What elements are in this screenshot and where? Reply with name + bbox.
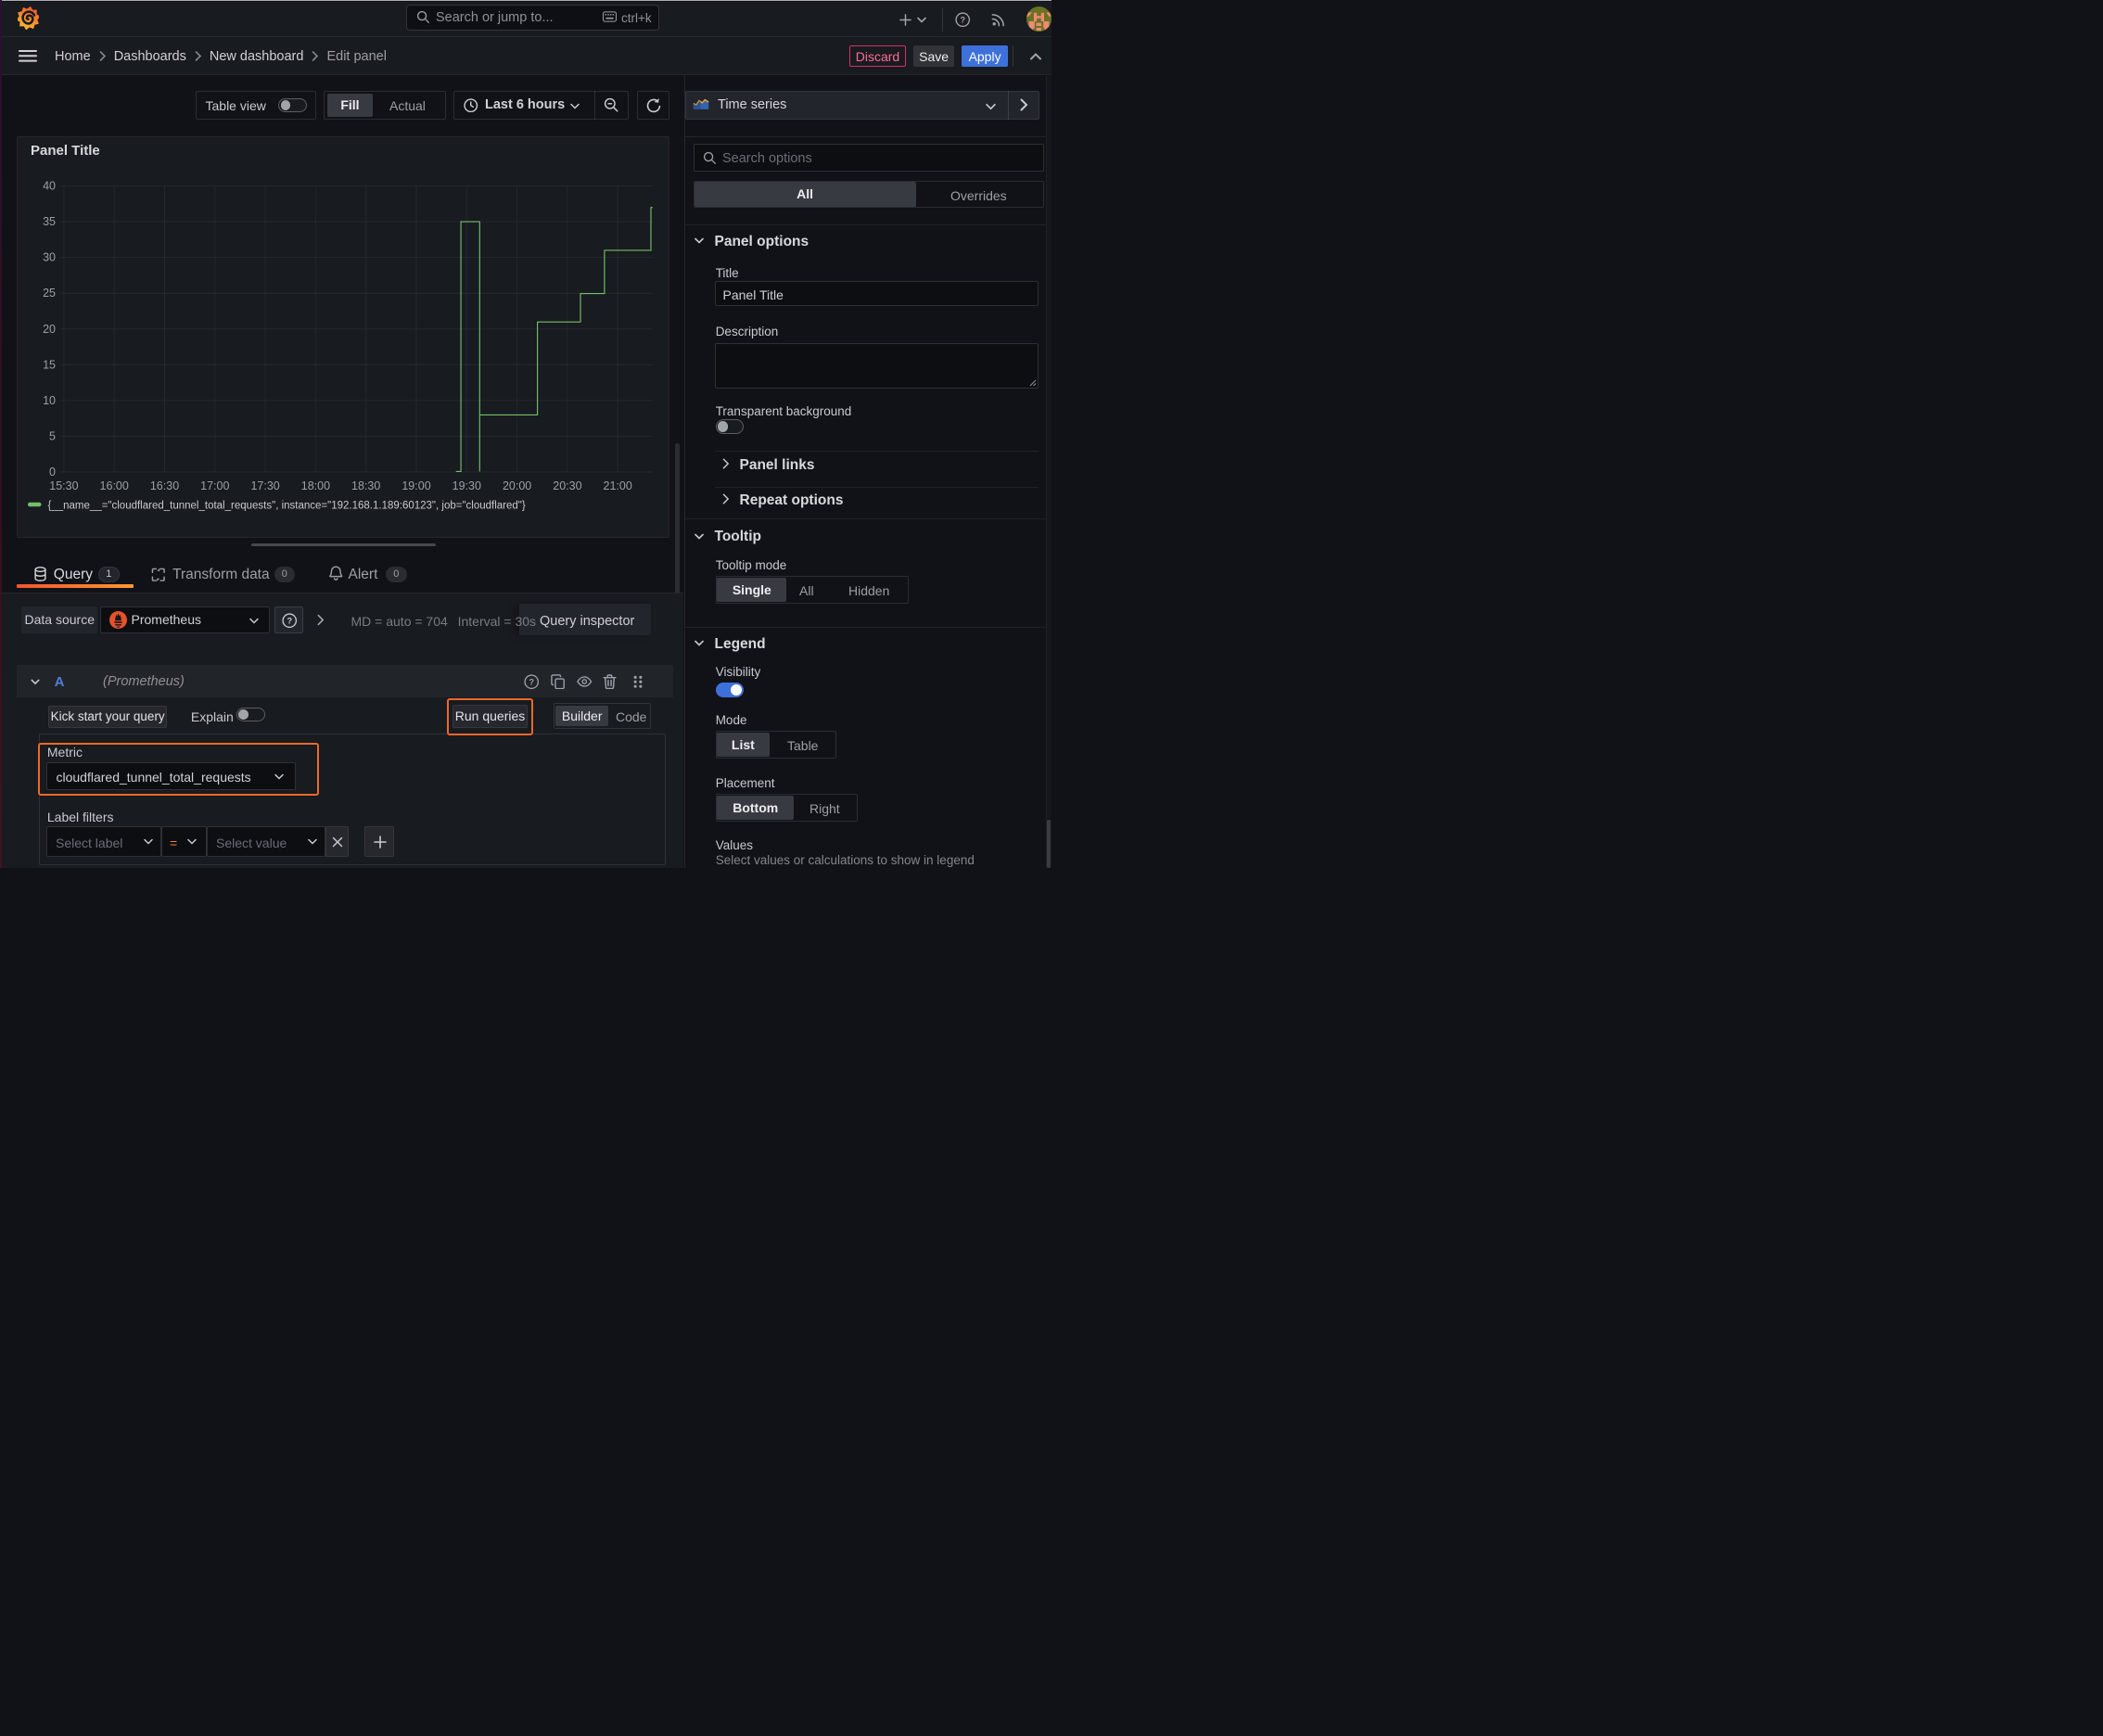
svg-text:10: 10: [43, 394, 56, 407]
svg-text:35: 35: [43, 215, 56, 228]
svg-text:?: ?: [287, 616, 292, 625]
svg-text:19:30: 19:30: [452, 479, 481, 492]
svg-text:20:30: 20:30: [553, 479, 581, 492]
svg-text:?: ?: [529, 677, 534, 686]
svg-text:0: 0: [49, 466, 56, 479]
svg-text:5: 5: [49, 429, 56, 442]
svg-text:20:00: 20:00: [503, 479, 531, 492]
svg-text:20: 20: [43, 323, 56, 336]
svg-text:?: ?: [960, 16, 965, 25]
svg-text:17:00: 17:00: [200, 479, 229, 492]
svg-text:16:30: 16:30: [150, 479, 179, 492]
svg-text:18:00: 18:00: [301, 479, 330, 492]
svg-text:16:00: 16:00: [100, 479, 129, 492]
svg-text:17:30: 17:30: [250, 479, 279, 492]
svg-text:19:00: 19:00: [401, 479, 430, 492]
svg-text:30: 30: [43, 251, 56, 264]
svg-text:15:30: 15:30: [49, 479, 78, 492]
svg-text:21:00: 21:00: [604, 479, 632, 492]
svg-text:{__name__="cloudflared_tunnel_: {__name__="cloudflared_tunnel_total_requ…: [48, 501, 526, 512]
svg-text:40: 40: [43, 180, 56, 193]
svg-text:18:30: 18:30: [351, 479, 380, 492]
svg-text:15: 15: [43, 358, 56, 371]
svg-text:25: 25: [43, 287, 56, 300]
